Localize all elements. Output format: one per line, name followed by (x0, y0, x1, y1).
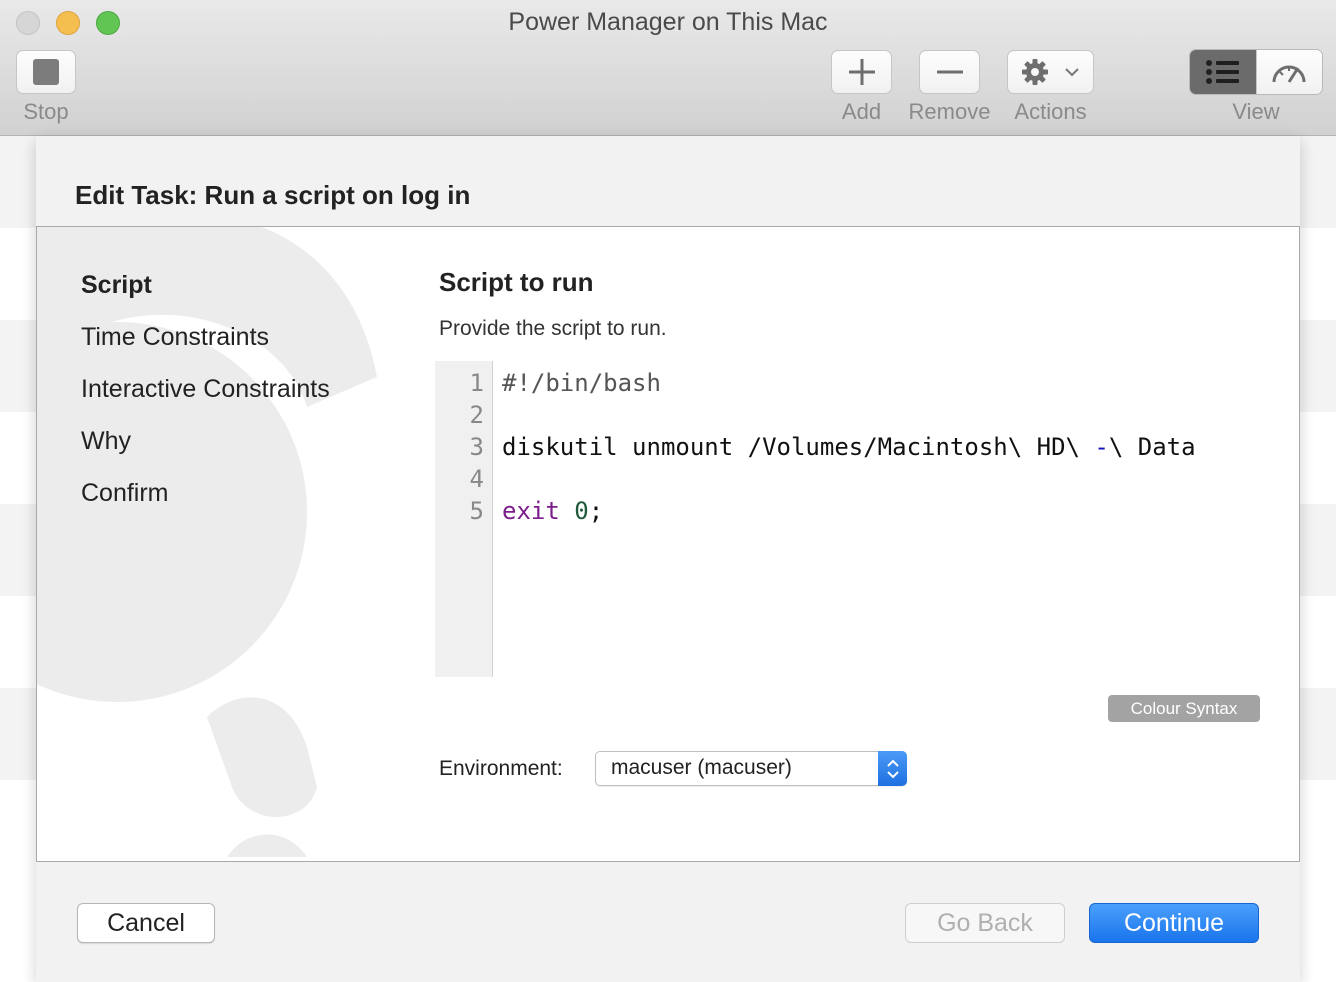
step-item-script[interactable]: Script (81, 267, 330, 319)
window-title: Power Manager on This Mac (508, 8, 828, 36)
code-operator: - (1094, 433, 1109, 461)
stop-button[interactable] (16, 50, 76, 94)
continue-button[interactable]: Continue (1089, 903, 1259, 943)
environment-value: macuser (macuser) (611, 756, 792, 779)
up-down-chevron-icon (886, 759, 899, 778)
actions-label: Actions (1014, 99, 1087, 124)
list-icon (1205, 60, 1239, 84)
step-item-confirm[interactable]: Confirm (81, 475, 330, 527)
select-stepper (878, 751, 907, 786)
line-number: 4 (469, 465, 484, 493)
edit-task-sheet: Edit Task: Run a script on log in Script… (36, 136, 1300, 982)
minus-icon (936, 70, 963, 74)
environment-select[interactable]: macuser (macuser) (595, 751, 907, 786)
content-panel: Script Time Constraints Interactive Cons… (36, 226, 1300, 862)
add-button[interactable] (831, 50, 892, 94)
window-toolbar: Power Manager on This Mac Stop Add Remov… (0, 0, 1336, 136)
script-editor[interactable]: 1 2 3 4 5 #!/bin/bash diskutil unmount /… (435, 361, 1261, 677)
code-line-3: diskutil unmount /Volumes/Macintosh\ HD\… (502, 431, 1196, 463)
environment-label: Environment: (439, 757, 563, 780)
sheet-title: Edit Task: Run a script on log in (75, 180, 471, 210)
plus-icon (848, 59, 875, 85)
step-item-why[interactable]: Why (81, 423, 330, 475)
code-text: diskutil unmount /Volumes/Macintosh\ HD\ (502, 433, 1095, 461)
line-number: 3 (469, 433, 484, 461)
chevron-down-icon (1065, 68, 1079, 77)
step-item-time-constraints[interactable]: Time Constraints (81, 319, 330, 371)
remove-label: Remove (908, 99, 991, 124)
add-label: Add (841, 99, 882, 124)
code-text: \ Data (1108, 433, 1196, 461)
remove-button[interactable] (919, 50, 980, 94)
code-line-1: #!/bin/bash (502, 369, 661, 397)
stop-icon (33, 59, 59, 85)
view-label: View (1232, 99, 1280, 124)
section-title: Script to run (439, 267, 594, 297)
view-segmented-control (1189, 49, 1323, 95)
line-number: 5 (469, 497, 484, 525)
line-number-gutter: 1 2 3 4 5 (435, 361, 493, 677)
stop-label: Stop (23, 99, 69, 124)
code-line-5: exit 0; (502, 495, 603, 527)
go-back-button[interactable]: Go Back (905, 903, 1065, 943)
line-number: 1 (469, 369, 484, 397)
cancel-button[interactable]: Cancel (77, 903, 215, 943)
actions-button[interactable] (1007, 50, 1094, 94)
section-description: Provide the script to run. (439, 317, 667, 340)
step-list: Script Time Constraints Interactive Cons… (81, 267, 330, 527)
gauge-icon (1272, 65, 1306, 83)
list-view-button[interactable] (1190, 50, 1256, 94)
code-text: ; (588, 497, 604, 525)
code-number: 0 (574, 497, 589, 525)
line-number: 2 (469, 401, 484, 429)
colour-syntax-button[interactable]: Colour Syntax (1108, 695, 1260, 722)
step-item-interactive-constraints[interactable]: Interactive Constraints (81, 371, 330, 423)
gear-icon (1022, 59, 1048, 85)
code-keyword: exit (502, 497, 560, 525)
gauge-view-button[interactable] (1255, 50, 1322, 94)
